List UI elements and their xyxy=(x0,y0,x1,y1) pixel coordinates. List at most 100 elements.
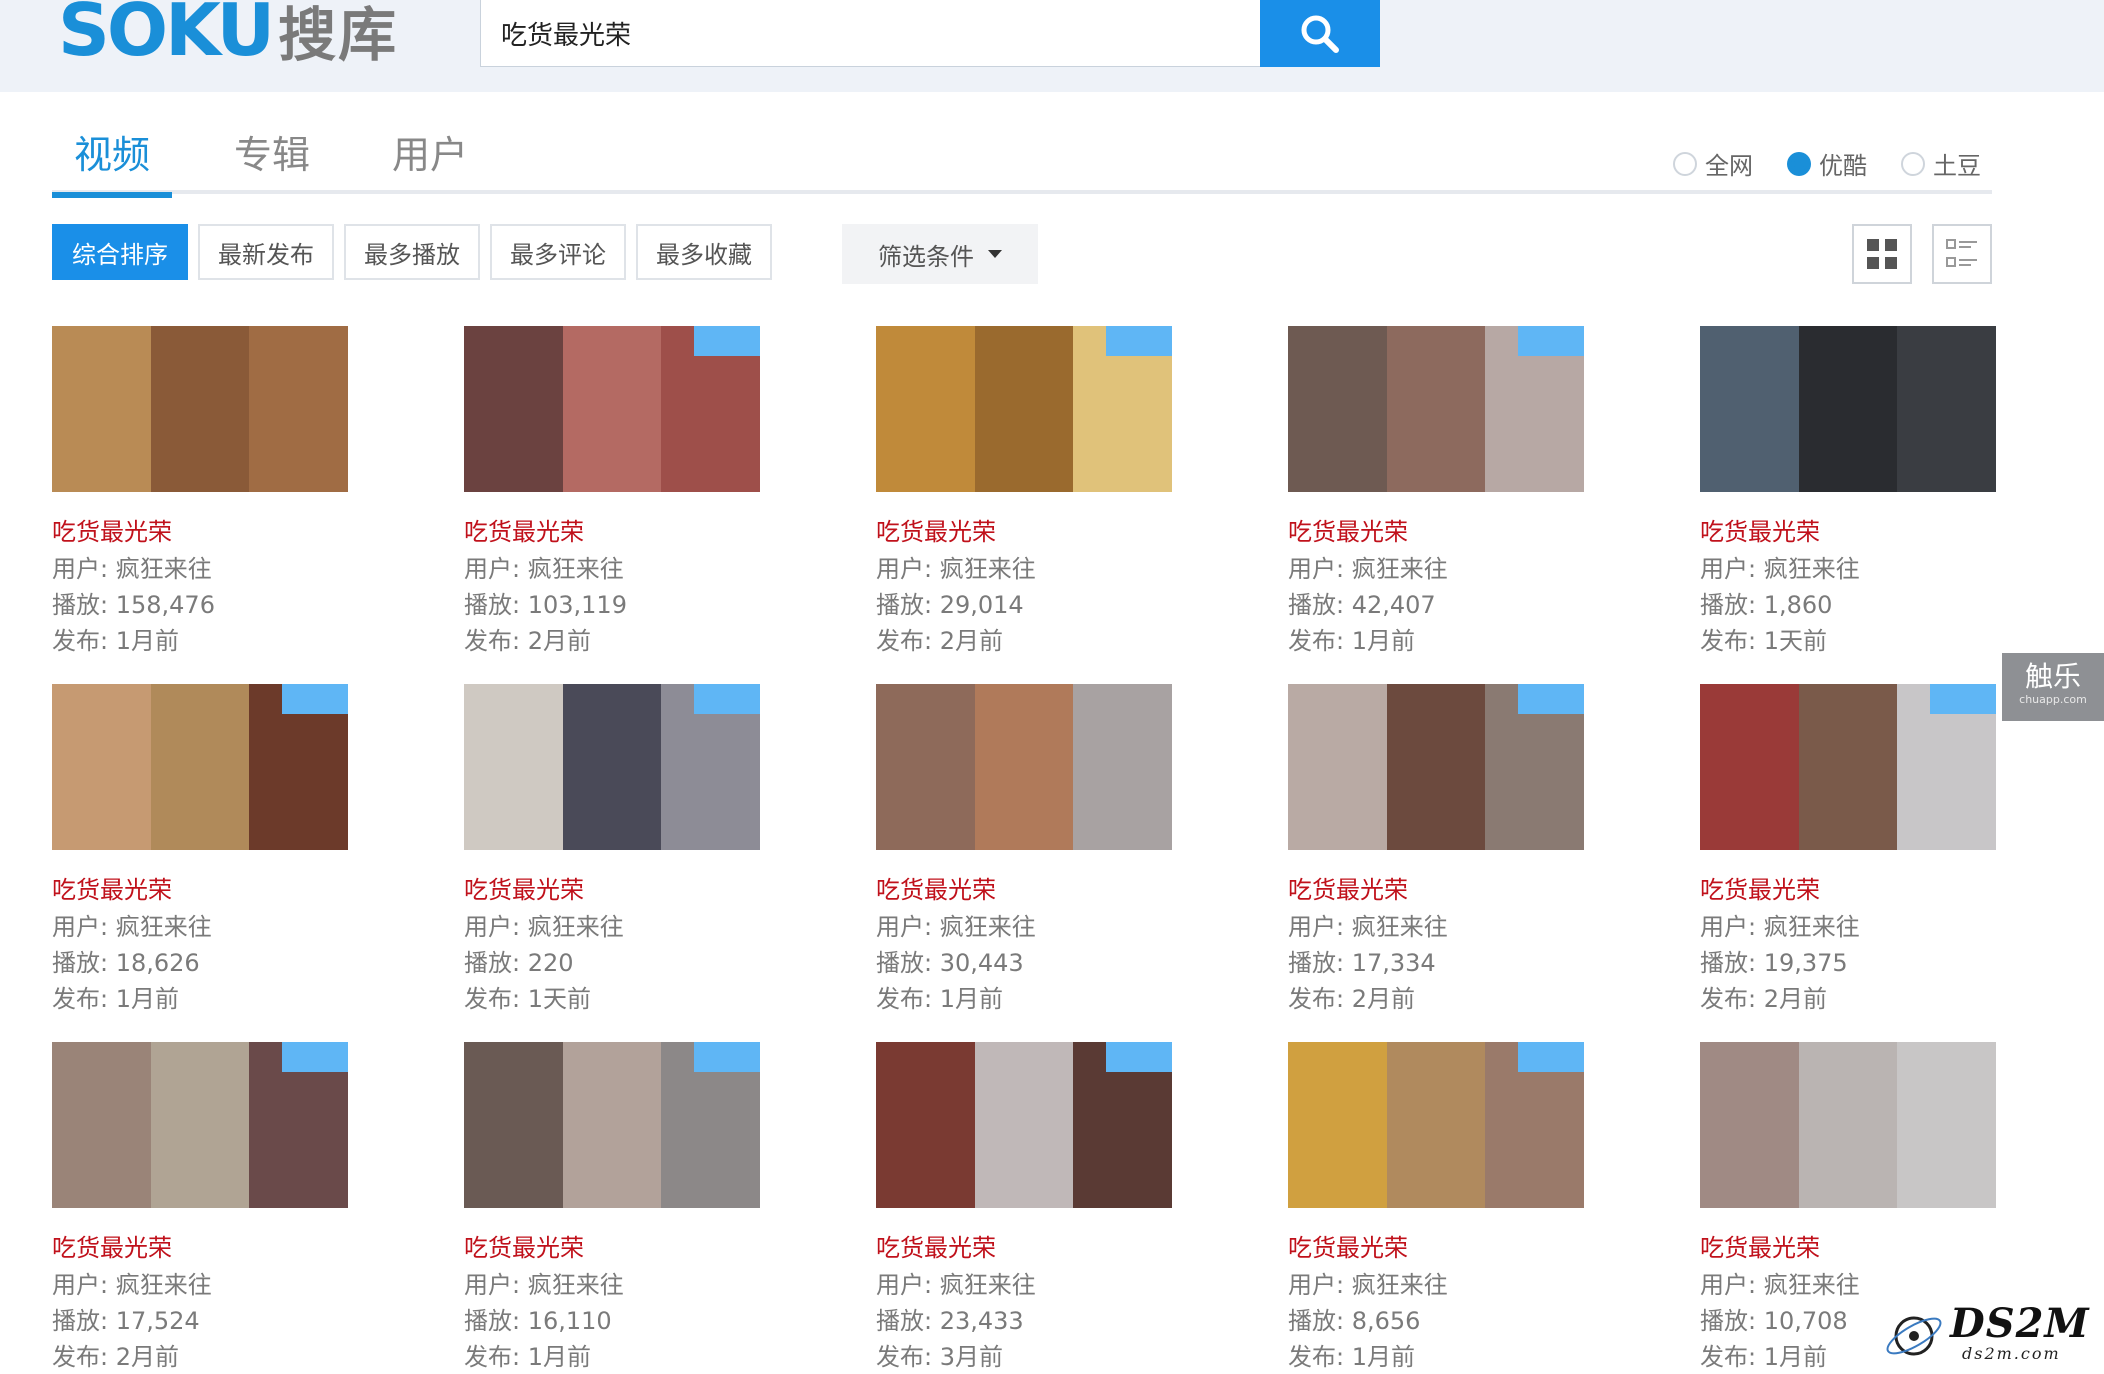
thumbnail-blur-block xyxy=(464,684,563,850)
video-thumbnail[interactable] xyxy=(876,1042,1172,1208)
video-play-count: 播放: 103,119 xyxy=(464,591,627,619)
thumbnail-corner-badge xyxy=(1106,326,1172,356)
source-scope-selector: 全网 优酷 土豆 xyxy=(1673,146,1981,181)
ds2m-watermark-text: DS2M xyxy=(1950,1300,2090,1347)
chuapp-watermark-cn: 触乐 xyxy=(2024,660,2081,693)
video-title[interactable]: 吃货最光荣 xyxy=(1700,512,1820,547)
video-thumbnail[interactable] xyxy=(52,1042,348,1208)
video-title[interactable]: 吃货最光荣 xyxy=(52,1228,172,1263)
logo-text-cn: 搜库 xyxy=(278,1,399,69)
video-thumbnail[interactable] xyxy=(876,684,1172,850)
video-publish-time: 发布: 1天前 xyxy=(1700,627,1827,655)
video-play-count: 播放: 18,626 xyxy=(52,949,200,977)
filter-dropdown-button[interactable]: 筛选条件 xyxy=(842,224,1038,284)
soku-logo[interactable]: SOKU 搜库 xyxy=(58,0,399,72)
video-play-count: 播放: 23,433 xyxy=(876,1307,1024,1335)
video-publish-time: 发布: 2月前 xyxy=(1700,985,1827,1013)
video-card: 吃货最光荣用户: 疯狂来往 播放: 17,524 发布: 2月前 xyxy=(52,1042,352,1371)
video-title[interactable]: 吃货最光荣 xyxy=(52,870,172,905)
search-button[interactable] xyxy=(1260,0,1380,67)
video-thumbnail[interactable] xyxy=(1288,684,1584,850)
video-card: 吃货最光荣 用户: 疯狂来往 播放: 220 发布: 1天前 xyxy=(464,684,764,1013)
video-title[interactable]: 吃货最光荣 xyxy=(464,870,584,905)
video-thumbnail[interactable] xyxy=(464,326,760,492)
thumbnail-blur-block xyxy=(464,1042,563,1208)
tab-user[interactable]: 用户 xyxy=(392,124,468,190)
tab-video[interactable]: 视频 xyxy=(52,124,172,198)
tab-album[interactable]: 专辑 xyxy=(234,124,310,190)
video-title[interactable]: 吃货最光荣 xyxy=(1700,870,1820,905)
video-publish-time: 发布: 2月前 xyxy=(52,1343,179,1371)
list-view-button[interactable] xyxy=(1932,224,1992,284)
thumbnail-corner-badge xyxy=(1106,1042,1172,1072)
video-thumbnail[interactable] xyxy=(876,326,1172,492)
sort-newest-button[interactable]: 最新发布 xyxy=(198,224,334,280)
thumbnail-blur-block xyxy=(1897,326,1996,492)
video-thumbnail[interactable] xyxy=(1700,684,1996,850)
video-play-count: 播放: 17,524 xyxy=(52,1307,200,1335)
video-card: 吃货最光荣 用户: 疯狂来往 播放: 42,407 发布: 1月前 xyxy=(1288,326,1588,655)
ds2m-watermark: DS2M ds2m.com xyxy=(1880,1300,2090,1370)
video-title[interactable]: 吃货最光荣 xyxy=(464,1228,584,1263)
video-publish-time: 发布: 1月前 xyxy=(52,985,179,1013)
video-title[interactable]: 吃货最光荣 xyxy=(1288,1228,1408,1263)
video-publish-time: 发布: 2月前 xyxy=(1288,985,1415,1013)
thumbnail-blur-block xyxy=(876,1042,975,1208)
thumbnail-corner-badge xyxy=(1518,1042,1584,1072)
video-card: 吃货最光荣 用户: 疯狂来往 播放: 29,014 发布: 2月前 xyxy=(876,326,1176,655)
thumbnail-blur-block xyxy=(464,326,563,492)
video-thumbnail[interactable] xyxy=(52,684,348,850)
video-title[interactable]: 吃货最光荣 xyxy=(464,512,584,547)
thumbnail-blur-block xyxy=(52,1042,151,1208)
video-title[interactable]: 吃货最光荣 xyxy=(876,1228,996,1263)
video-publish-time: 发布: 1月前 xyxy=(464,1343,591,1371)
video-thumbnail[interactable] xyxy=(464,684,760,850)
thumbnail-blur-block xyxy=(52,684,151,850)
video-thumbnail[interactable] xyxy=(1288,1042,1584,1208)
video-thumbnail[interactable] xyxy=(1700,1042,1996,1208)
video-thumbnail[interactable] xyxy=(1288,326,1584,492)
video-publish-time: 发布: 1天前 xyxy=(464,985,591,1013)
thumbnail-corner-badge xyxy=(1930,684,1996,714)
video-thumbnail[interactable] xyxy=(1700,326,1996,492)
video-card: 吃货最光荣 用户: 疯狂来往 播放: 103,119 发布: 2月前 xyxy=(464,326,764,655)
search-input[interactable] xyxy=(480,0,1262,67)
thumbnail-blur-block xyxy=(1700,684,1799,850)
thumbnail-corner-badge xyxy=(1518,326,1584,356)
video-title[interactable]: 吃货最光荣 xyxy=(1288,870,1408,905)
scope-radio-youku[interactable]: 优酷 xyxy=(1787,146,1867,181)
thumbnail-blur-block xyxy=(150,326,250,492)
thumbnail-blur-block xyxy=(974,1042,1074,1208)
video-uploader: 用户: 疯狂来往 xyxy=(52,1271,212,1299)
video-thumbnail[interactable] xyxy=(464,1042,760,1208)
thumbnail-blur-block xyxy=(974,684,1074,850)
thumbnail-blur-block xyxy=(52,326,151,492)
ds2m-watermark-url: ds2m.com xyxy=(1962,1344,2061,1363)
video-card: 吃货最光荣 用户: 疯狂来往 播放: 17,334 发布: 2月前 xyxy=(1288,684,1588,1013)
video-thumbnail[interactable] xyxy=(52,326,348,492)
sort-most-played-button[interactable]: 最多播放 xyxy=(344,224,480,280)
sort-comprehensive-button[interactable]: 综合排序 xyxy=(52,224,188,280)
video-title[interactable]: 吃货最光荣 xyxy=(1700,1228,1820,1263)
thumbnail-blur-block xyxy=(876,326,975,492)
grid-view-button[interactable] xyxy=(1852,224,1912,284)
video-title[interactable]: 吃货最光荣 xyxy=(1288,512,1408,547)
video-card: 吃货最光荣 用户: 疯狂来往 播放: 1,860 发布: 1天前 xyxy=(1700,326,2000,655)
sort-most-favorites-button[interactable]: 最多收藏 xyxy=(636,224,772,280)
scope-label: 优酷 xyxy=(1819,152,1867,180)
video-title[interactable]: 吃货最光荣 xyxy=(876,512,996,547)
scope-radio-all[interactable]: 全网 xyxy=(1673,146,1753,181)
video-play-count: 播放: 19,375 xyxy=(1700,949,1848,977)
radio-unchecked-icon xyxy=(1901,151,1925,176)
video-uploader: 用户: 疯狂来往 xyxy=(464,1271,624,1299)
video-title[interactable]: 吃货最光荣 xyxy=(876,870,996,905)
thumbnail-blur-block xyxy=(1288,1042,1387,1208)
video-title[interactable]: 吃货最光荣 xyxy=(52,512,172,547)
video-play-count: 播放: 158,476 xyxy=(52,591,215,619)
video-uploader: 用户: 疯狂来往 xyxy=(1288,913,1448,941)
scope-radio-tudou[interactable]: 土豆 xyxy=(1901,146,1981,181)
thumbnail-blur-block xyxy=(1288,326,1387,492)
video-uploader: 用户: 疯狂来往 xyxy=(464,555,624,583)
video-uploader: 用户: 疯狂来往 xyxy=(876,913,1036,941)
sort-most-comments-button[interactable]: 最多评论 xyxy=(490,224,626,280)
